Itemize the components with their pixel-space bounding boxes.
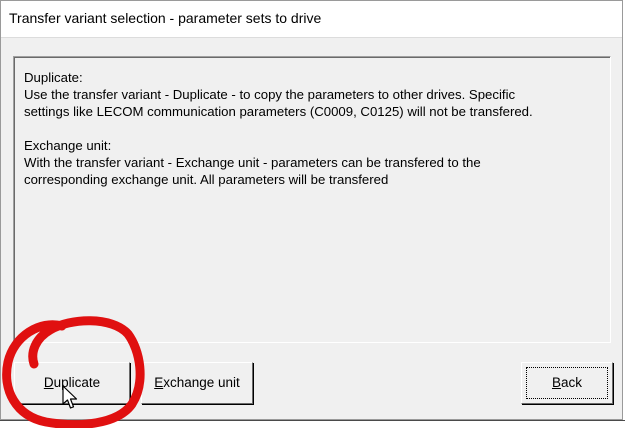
exchange-description-line-2: corresponding exchange unit. All paramet… [24,172,389,187]
duplicate-button-mnemonic: D [43,375,54,390]
transfer-variant-dialog: Transfer variant selection - parameter s… [0,0,623,420]
duplicate-heading: Duplicate: [24,70,83,85]
exchange-description-line-1: With the transfer variant - Exchange uni… [24,155,481,170]
exchange-unit-button-mnemonic: E [154,375,164,390]
back-button[interactable]: Back [521,362,613,404]
exchange-heading: Exchange unit: [24,138,112,153]
exchange-unit-button[interactable]: Exchange unit [141,362,253,404]
description-panel: Duplicate: Use the transfer variant - Du… [13,56,611,343]
window-bottom-edge [0,420,625,421]
window-title: Transfer variant selection - parameter s… [9,10,322,26]
exchange-unit-button-label: xchange unit [163,375,240,390]
duplicate-description-line-1: Use the transfer variant - Duplicate - t… [24,87,516,102]
duplicate-description-line-2: settings like LECOM communication parame… [24,104,533,119]
duplicate-button-label: uplicate [53,375,101,390]
duplicate-button[interactable]: Duplicate [14,362,130,404]
title-bar[interactable]: Transfer variant selection - parameter s… [1,1,622,38]
focus-rectangle [526,367,608,399]
